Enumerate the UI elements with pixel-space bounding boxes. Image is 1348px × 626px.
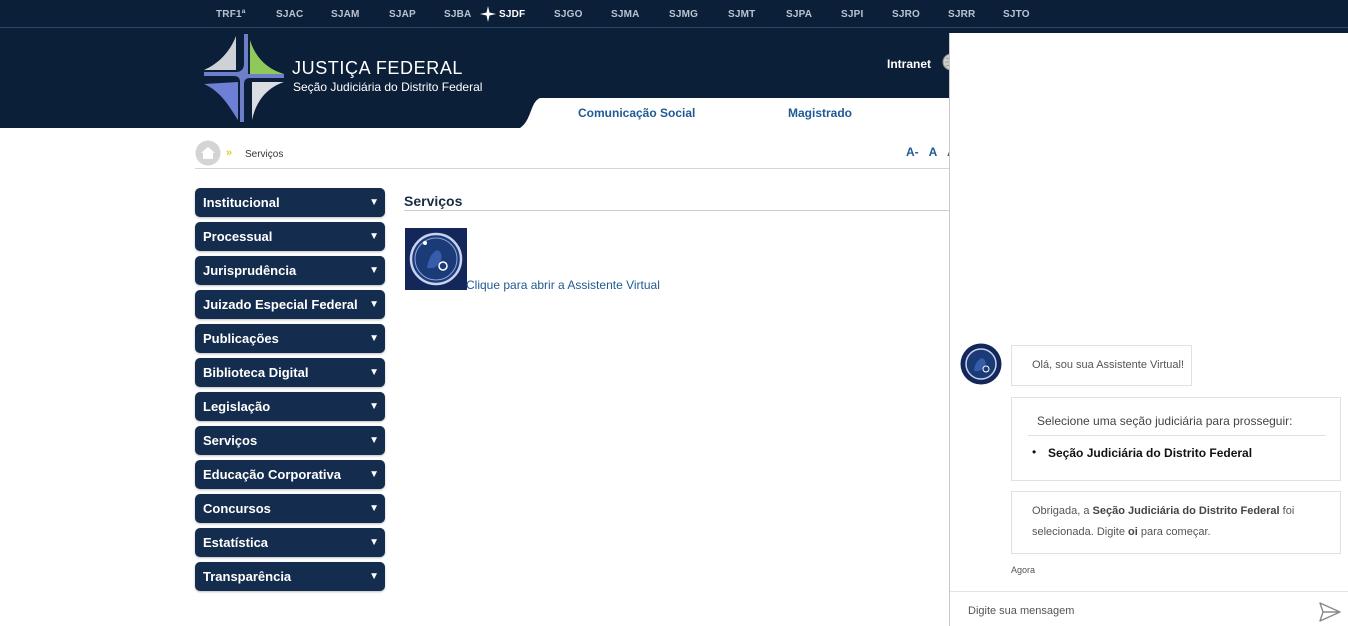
secao-link-sjro[interactable]: SJRO — [892, 0, 920, 28]
sidebar-item-jurisprudencia[interactable]: Jurisprudência ▼ — [195, 256, 385, 285]
sidebar-item-label: Transparência — [203, 569, 292, 584]
caret-down-icon: ▼ — [369, 367, 379, 378]
sidebar-item-label: Juizado Especial Federal — [203, 297, 358, 312]
greeting-text: Olá, sou sua Assistente Virtual! — [1032, 359, 1185, 371]
caret-down-icon: ▼ — [369, 503, 379, 514]
sidebar-item-biblioteca-digital[interactable]: Biblioteca Digital ▼ — [195, 358, 385, 387]
sidebar-item-processual[interactable]: Processual ▼ — [195, 222, 385, 251]
confirm-text-pre: Obrigada, a — [1032, 505, 1093, 517]
sidebar-item-publicacoes[interactable]: Publicações ▼ — [195, 324, 385, 353]
breadcrumb-current: Serviços — [245, 149, 284, 160]
caret-down-icon: ▼ — [369, 231, 379, 242]
secao-link-sjba[interactable]: SJBA — [444, 0, 471, 28]
secao-link-sjap[interactable]: SJAP — [389, 0, 416, 28]
chat-message-input[interactable] — [968, 601, 1308, 621]
secao-link-sjrr[interactable]: SJRR — [948, 0, 975, 28]
sidebar-item-label: Biblioteca Digital — [203, 365, 309, 380]
secao-link-sjma[interactable]: SJMA — [611, 0, 640, 28]
secao-link-trf1[interactable]: TRF1ª — [216, 0, 246, 28]
sidebar-item-label: Publicações — [203, 331, 279, 346]
secao-link-sjam[interactable]: SJAM — [331, 0, 360, 28]
assistant-avatar-icon — [960, 343, 1002, 385]
prompt-divider — [1028, 435, 1326, 436]
page-title: Serviços — [404, 193, 463, 209]
nav-magistrado[interactable]: Magistrado — [788, 106, 852, 120]
sidebar-item-legislacao[interactable]: Legislação ▼ — [195, 392, 385, 421]
title-divider — [404, 210, 954, 211]
brand-title: JUSTIÇA FEDERAL — [292, 58, 464, 78]
sidebar-item-juizado-especial-federal[interactable]: Juizado Especial Federal ▼ — [195, 290, 385, 319]
option-sjdf[interactable]: Seção Judiciária do Distrito Federal — [1048, 446, 1252, 460]
virtual-assistant-image[interactable] — [405, 228, 467, 290]
font-decrease-button[interactable]: A- — [906, 145, 919, 159]
select-prompt-text: Selecione uma seção judiciária para pros… — [1037, 414, 1293, 428]
caret-down-icon: ▼ — [369, 197, 379, 208]
brand-subtitle: Seção Judiciária do Distrito Federal — [293, 80, 483, 94]
message-timestamp: Agora — [1011, 565, 1036, 575]
sidebar-item-estatistica[interactable]: Estatística ▼ — [195, 528, 385, 557]
sidebar-item-label: Educação Corporativa — [203, 467, 341, 482]
confirm-text-post: para começar. — [1137, 526, 1211, 538]
sidebar-item-label: Serviços — [203, 433, 258, 448]
caret-down-icon: ▼ — [369, 333, 379, 344]
send-icon[interactable] — [1319, 602, 1341, 622]
input-divider — [950, 591, 1348, 592]
caret-down-icon: ▼ — [369, 265, 379, 276]
secoes-topbar: TRF1ª SJAC SJAM SJAP SJBA SJDF SJGO SJMA… — [0, 0, 1348, 28]
confirm-keyword: oi — [1128, 526, 1138, 538]
sidebar-item-label: Institucional — [203, 195, 280, 210]
secao-link-sjto[interactable]: SJTO — [1003, 0, 1030, 28]
sidebar-item-label: Concursos — [203, 501, 271, 516]
confirm-section-name: Seção Judiciária do Distrito Federal — [1092, 505, 1280, 517]
caret-down-icon: ▼ — [369, 571, 379, 582]
chat-message-confirmation: Obrigada, a Seção Judiciária do Distrito… — [1011, 491, 1341, 554]
caret-down-icon: ▼ — [369, 401, 379, 412]
secao-link-sjpa[interactable]: SJPA — [786, 0, 812, 28]
sidebar-item-transparencia[interactable]: Transparência ▼ — [195, 562, 385, 591]
sidebar-item-label: Estatística — [203, 535, 269, 550]
chat-message-greeting: Olá, sou sua Assistente Virtual! — [1011, 345, 1192, 386]
sidebar-item-concursos[interactable]: Concursos ▼ — [195, 494, 385, 523]
sidebar-item-label: Jurisprudência — [203, 263, 297, 278]
secao-link-sjmg[interactable]: SJMG — [669, 0, 698, 28]
sjdf-emblem-icon — [480, 6, 496, 22]
bullet-icon: • — [1032, 445, 1037, 459]
caret-down-icon: ▼ — [369, 469, 379, 480]
open-assistant-link[interactable]: Clique para abrir a Assistente Virtual — [466, 278, 660, 292]
sidebar-item-servicos[interactable]: Serviços ▼ — [195, 426, 385, 455]
sidebar-item-institucional[interactable]: Institucional ▼ — [195, 188, 385, 217]
chat-message-select-section: Selecione uma seção judiciária para pros… — [1011, 397, 1341, 481]
chat-panel: Olá, sou sua Assistente Virtual! Selecio… — [949, 33, 1348, 626]
intranet-link[interactable]: Intranet — [887, 57, 931, 71]
secao-link-sjac[interactable]: SJAC — [276, 0, 303, 28]
font-reset-button[interactable]: A — [929, 145, 938, 159]
sidebar-menu: Institucional ▼ Processual ▼ Jurisprudênci… — [195, 188, 385, 596]
caret-down-icon: ▼ — [369, 537, 379, 548]
secao-link-sjgo[interactable]: SJGO — [554, 0, 583, 28]
caret-down-icon: ▼ — [369, 435, 379, 446]
secao-link-sjmt[interactable]: SJMT — [728, 0, 755, 28]
nav-comunicacao-social[interactable]: Comunicação Social — [578, 106, 695, 120]
secao-link-sjpi[interactable]: SJPI — [841, 0, 863, 28]
sidebar-item-label: Processual — [203, 229, 273, 244]
breadcrumb-divider — [195, 168, 955, 169]
secao-link-sjdf[interactable]: SJDF — [499, 0, 525, 28]
caret-down-icon: ▼ — [369, 299, 379, 310]
sidebar-item-educacao-corporativa[interactable]: Educação Corporativa ▼ — [195, 460, 385, 489]
sidebar-item-label: Legislação — [203, 399, 271, 414]
breadcrumb-separator: » — [226, 147, 232, 159]
home-icon[interactable] — [195, 140, 221, 166]
